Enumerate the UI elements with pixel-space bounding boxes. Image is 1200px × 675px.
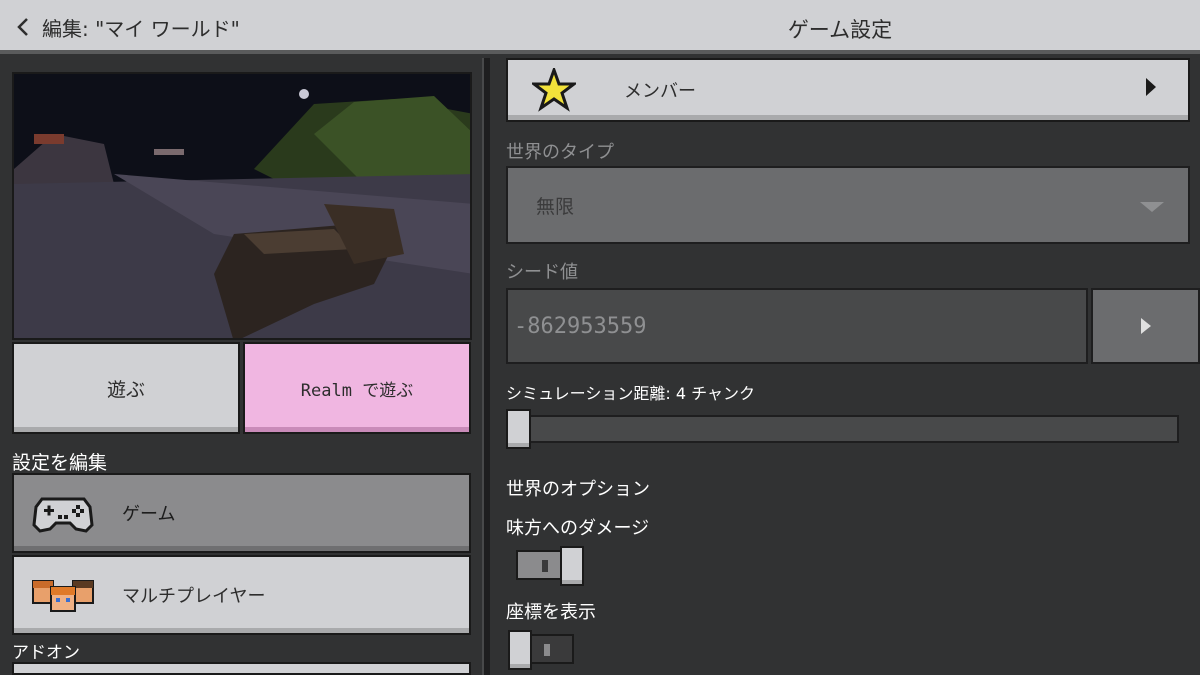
simulation-distance-label: シミュレーション距離: 4 チャンク: [506, 384, 755, 403]
world-preview-image: [12, 72, 472, 340]
world-options-heading: 世界のオプション: [506, 479, 650, 500]
chevron-right-icon: [1140, 318, 1151, 334]
show-coordinates-label: 座標を表示: [506, 602, 596, 623]
play-button-label: 遊ぶ: [106, 378, 145, 401]
top-bar: 編集: "マイ ワールド" ゲーム設定: [0, 0, 1200, 54]
members-label: メンバー: [624, 81, 696, 102]
back-button[interactable]: 編集: "マイ ワールド": [14, 12, 240, 42]
show-coordinates-toggle[interactable]: [508, 630, 574, 670]
world-type-value: 無限: [536, 195, 575, 218]
nav-item-multiplayer-label: マルチプレイヤー: [122, 586, 266, 607]
controller-icon: [32, 491, 94, 535]
addons-heading: アドオン: [12, 643, 80, 663]
play-button[interactable]: 遊ぶ: [12, 342, 240, 434]
nav-item-addons[interactable]: [12, 662, 471, 675]
chevron-down-icon: [1140, 202, 1164, 212]
friendly-fire-toggle[interactable]: [516, 546, 584, 586]
panel-divider: [482, 58, 490, 675]
edit-settings-heading: 設定を編集: [12, 452, 108, 474]
simulation-distance-slider[interactable]: [506, 415, 1179, 443]
seed-input[interactable]: -862953559: [506, 288, 1088, 364]
chevron-left-icon: [17, 18, 28, 36]
seed-label: シード値: [506, 262, 578, 283]
page-title: ゲーム設定: [787, 18, 893, 42]
players-icon: [32, 573, 94, 617]
back-label: 編集: "マイ ワールド": [42, 16, 240, 41]
nav-item-multiplayer[interactable]: マルチプレイヤー: [12, 555, 471, 635]
toggle-knob: [508, 630, 532, 670]
world-type-label: 世界のタイプ: [506, 142, 614, 163]
nav-item-game[interactable]: ゲーム: [12, 473, 471, 553]
chevron-right-icon: [1146, 78, 1156, 96]
members-button[interactable]: メンバー: [506, 58, 1190, 122]
nav-item-game-label: ゲーム: [122, 504, 176, 525]
star-icon: [532, 68, 576, 112]
friendly-fire-label: 味方へのダメージ: [506, 518, 650, 539]
world-type-dropdown[interactable]: 無限: [506, 166, 1190, 244]
toggle-knob: [560, 546, 584, 586]
play-on-realm-label: Realm で遊ぶ: [300, 380, 414, 401]
simulation-distance-slider-thumb[interactable]: [506, 409, 531, 449]
play-on-realm-button[interactable]: Realm で遊ぶ: [243, 342, 471, 434]
seed-options-button[interactable]: [1091, 288, 1200, 364]
